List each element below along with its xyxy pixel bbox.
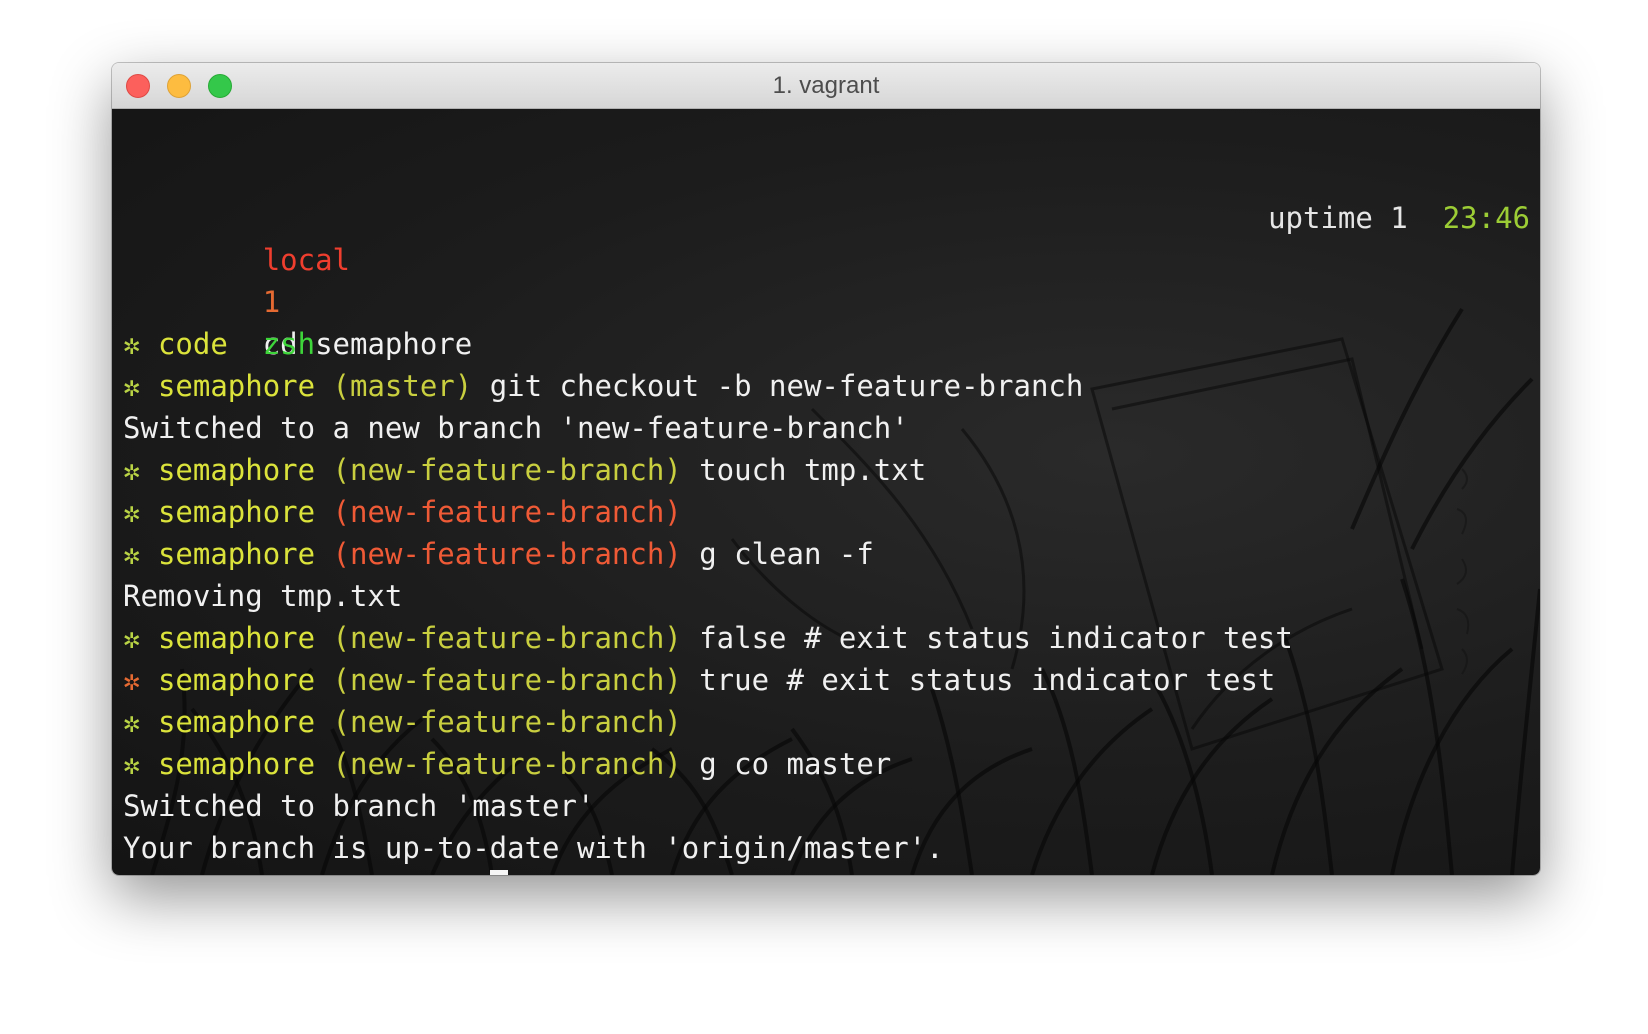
prompt-directory: semaphore — [157, 495, 316, 529]
command-text: git checkout -b new-feature-branch — [472, 369, 1084, 403]
prompt-symbol-icon: ✲ — [123, 537, 141, 571]
prompt-directory: semaphore — [157, 663, 316, 697]
command-text — [472, 873, 489, 875]
status-window-index: 1 — [262, 285, 281, 319]
command-text: touch tmp.txt — [681, 453, 927, 487]
prompt-directory: semaphore — [157, 453, 316, 487]
prompt-line: ✲ semaphore (new-feature-branch) false #… — [123, 617, 1530, 659]
output-line: Switched to a new branch 'new-feature-br… — [123, 407, 1530, 449]
terminal-lines: ✲ code cd semaphore ✲ semaphore (master) … — [123, 323, 1530, 875]
command-text: true # exit status indicator test — [681, 663, 1276, 697]
text-cursor[interactable] — [489, 870, 508, 875]
prompt-line: ✲ semaphore (new-feature-branch) — [123, 701, 1530, 743]
output-line: Your branch is up-to-date with 'origin/m… — [123, 827, 1530, 869]
prompt-symbol-icon: ✲ — [123, 663, 141, 697]
prompt-git-branch: (new-feature-branch) — [332, 453, 682, 487]
title-bar[interactable]: 1. vagrant — [112, 63, 1540, 109]
command-text: false # exit status indicator test — [681, 621, 1293, 655]
prompt-line: ✲ semaphore (new-feature-branch) touch t… — [123, 449, 1530, 491]
prompt-symbol-icon: ✲ — [123, 873, 140, 875]
output-text: Switched to a new branch 'new-feature-br… — [123, 411, 909, 445]
prompt-line: ✲ semaphore (new-feature-branch) g co ma… — [123, 743, 1530, 785]
command-text: g clean -f — [681, 537, 874, 571]
tmux-status-bar: local 1 zsh uptime 1 23:46 — [123, 197, 1530, 361]
prompt-git-branch: (new-feature-branch) — [332, 495, 682, 529]
prompt-line: ✲ code cd semaphore — [123, 323, 1530, 365]
prompt-git-branch: (new-feature-branch) — [332, 663, 682, 697]
prompt-git-branch: (new-feature-branch) — [332, 705, 682, 739]
terminal-window: 1. vagrant local 1 zsh uptime 1 23:46 ✲ … — [112, 63, 1540, 875]
prompt-directory: semaphore — [158, 873, 315, 875]
command-text: g co master — [681, 747, 892, 781]
window-title: 1. vagrant — [772, 72, 880, 99]
status-clock: 23:46 — [1442, 201, 1530, 235]
output-line: Removing tmp.txt — [123, 575, 1530, 617]
prompt-directory: semaphore — [157, 537, 316, 571]
status-window-name: zsh — [262, 327, 316, 361]
prompt-directory: semaphore — [157, 747, 316, 781]
output-text: Removing tmp.txt — [123, 579, 403, 613]
prompt-git-branch: (new-feature-branch) — [332, 537, 682, 571]
prompt-line: ✲ semaphore (new-feature-branch) g clean… — [123, 533, 1530, 575]
output-text: Your branch is up-to-date with 'origin/m… — [123, 831, 944, 865]
terminal-pane[interactable]: local 1 zsh uptime 1 23:46 ✲ code cd sem… — [112, 109, 1540, 875]
prompt-line: ✲ semaphore (master) git checkout -b new… — [123, 365, 1530, 407]
prompt-line: ✲ semaphore (new-feature-branch) true # … — [123, 659, 1530, 701]
prompt-git-branch: (new-feature-branch) — [332, 621, 682, 655]
output-text: Switched to branch 'master' — [123, 789, 595, 823]
prompt-symbol-icon: ✲ — [123, 705, 141, 739]
status-uptime: uptime 1 — [1268, 201, 1408, 235]
prompt-line: ✲ semaphore (new-feature-branch) — [123, 491, 1530, 533]
prompt-git-branch: (new-feature-branch) — [332, 747, 682, 781]
prompt-directory: semaphore — [157, 621, 316, 655]
status-right: uptime 1 23:46 — [1268, 197, 1530, 239]
terminal-output[interactable]: local 1 zsh uptime 1 23:46 ✲ code cd sem… — [123, 113, 1530, 875]
prompt-git-branch: (master) — [332, 369, 473, 403]
status-host: local — [262, 243, 350, 277]
prompt-symbol-icon: ✲ — [123, 453, 141, 487]
prompt-symbol-icon: ✲ — [123, 747, 141, 781]
prompt-symbol-icon: ✲ — [123, 621, 141, 655]
prompt-symbol-icon: ✲ — [123, 495, 141, 529]
prompt-directory: semaphore — [157, 705, 316, 739]
prompt-git-branch: (master) — [333, 873, 473, 875]
prompt-line: ✲ semaphore (master) — [123, 869, 1530, 875]
output-line: Switched to branch 'master' — [123, 785, 1530, 827]
